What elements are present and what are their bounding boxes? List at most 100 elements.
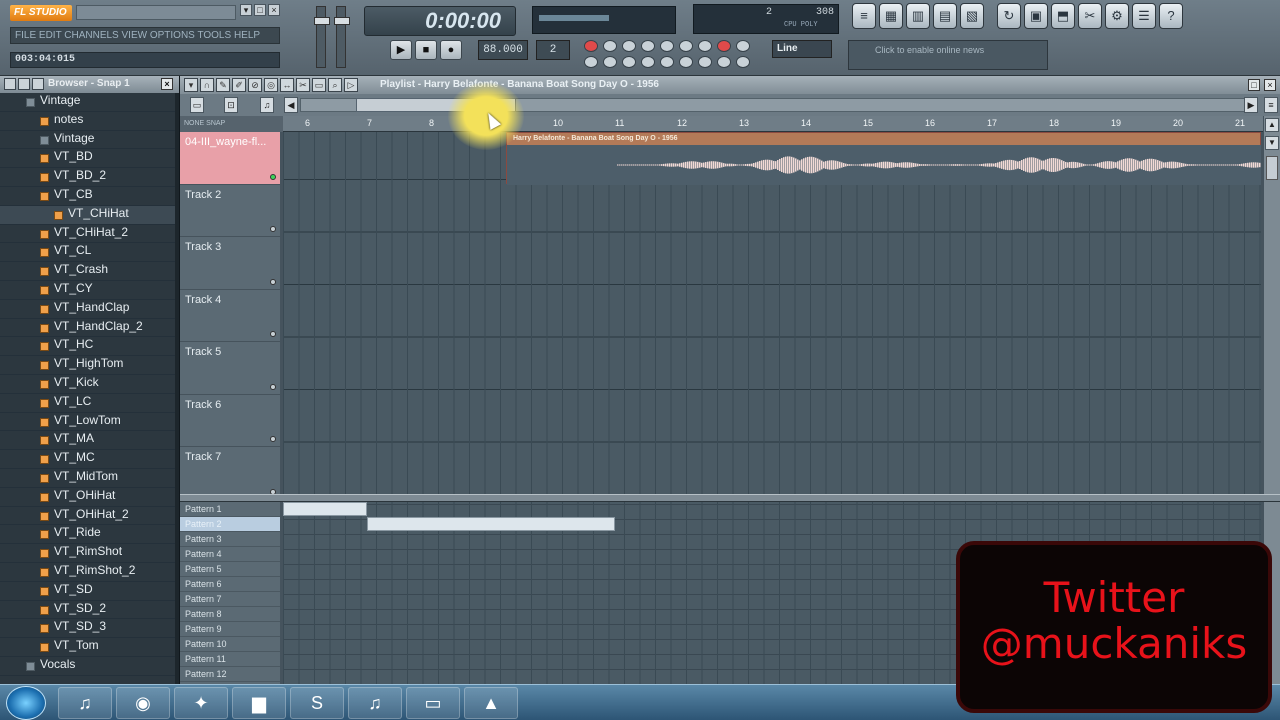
scroll-down-button[interactable]: ▼ [1265, 136, 1279, 150]
pattern-item[interactable]: Pattern 1 [180, 502, 280, 517]
rec-option-button[interactable] [584, 40, 598, 52]
rec-option-button[interactable] [717, 56, 731, 68]
rec-option-button[interactable] [698, 56, 712, 68]
mixer-window-icon[interactable]: ▧ [960, 3, 984, 29]
stop-button[interactable]: ■ [415, 40, 437, 60]
pattern-block[interactable] [367, 517, 615, 531]
track-mute-toggle[interactable] [270, 226, 276, 232]
browser-menu-icon[interactable] [4, 78, 16, 90]
track-mute-toggle[interactable] [270, 278, 276, 285]
taskbar-app-button[interactable]: ▭ [406, 687, 460, 719]
taskbar-app-button[interactable]: ▲ [464, 687, 518, 719]
track-mute-toggle[interactable] [270, 173, 276, 180]
taskbar-app-button[interactable]: ♫ [58, 687, 112, 719]
browser-item[interactable]: VT_BD_2 [0, 168, 176, 187]
pattern-item[interactable]: Pattern 4 [180, 547, 280, 562]
browser-item[interactable]: Vintage [0, 131, 176, 150]
pattern-block[interactable] [283, 502, 367, 516]
rec-option-button[interactable] [584, 56, 598, 68]
maximize-button[interactable]: □ [254, 4, 266, 16]
pattern-divider[interactable] [180, 494, 1280, 502]
taskbar-app-button[interactable]: S [290, 687, 344, 719]
track-header[interactable]: Track 6 [180, 395, 280, 447]
pattern-item[interactable]: Pattern 11 [180, 652, 280, 667]
track-header[interactable]: Track 7 [180, 447, 280, 500]
browser-item[interactable]: VT_SD_3 [0, 619, 176, 639]
master-volume-slider[interactable] [314, 6, 330, 68]
browser-item[interactable]: VT_Tom [0, 638, 176, 657]
rec-option-button[interactable] [603, 40, 617, 52]
taskbar-app-button[interactable]: ◉ [116, 687, 170, 719]
audio-clip[interactable]: Harry Belafonte - Banana Boat Song Day O… [506, 132, 1261, 185]
zoom-button[interactable]: ≡ [1264, 97, 1278, 113]
taskbar-app-button[interactable]: ✦ [174, 687, 228, 719]
track-mute-toggle[interactable] [270, 331, 276, 337]
playlist-maximize-button[interactable]: □ [1248, 79, 1260, 91]
browser-item[interactable]: VT_HighTom [0, 356, 176, 375]
scroll-right-button[interactable]: ▶ [1244, 97, 1258, 113]
browser-item[interactable]: VT_Crash [0, 262, 176, 281]
playlist-window-icon[interactable]: ≡ [852, 3, 876, 29]
pattern-item[interactable]: Pattern 8 [180, 607, 280, 622]
browser-item[interactable]: VT_CHiHat [0, 205, 176, 225]
select-tool-icon[interactable]: ▭ [312, 78, 326, 92]
pattern-item[interactable]: Pattern 12 [180, 667, 280, 682]
browser-window-icon[interactable]: ▤ [933, 3, 957, 29]
rec-option-button[interactable] [679, 56, 693, 68]
menu-bar[interactable] [76, 5, 236, 20]
help-icon[interactable]: ? [1159, 3, 1183, 29]
browser-item[interactable]: VT_RimShot_2 [0, 563, 176, 582]
rec-option-button[interactable] [622, 40, 636, 52]
browser-back-icon[interactable] [18, 78, 30, 90]
slip-tool-icon[interactable]: ↔ [280, 78, 294, 92]
playlist-grid[interactable]: Harry Belafonte - Banana Boat Song Day O… [283, 132, 1261, 494]
export-icon[interactable]: ⬒ [1051, 3, 1075, 29]
browser-scrollbar[interactable] [175, 93, 179, 684]
audio-clip-icon[interactable]: ♫ [260, 97, 274, 113]
browser-item[interactable]: VT_SD_2 [0, 601, 176, 620]
save-icon[interactable]: ▣ [1024, 3, 1048, 29]
slice-tool-icon[interactable]: ✂ [296, 78, 310, 92]
refresh-icon[interactable]: ↻ [997, 3, 1021, 29]
pattern-item[interactable]: Pattern 10 [180, 637, 280, 652]
browser-item[interactable]: VT_RimShot [0, 544, 176, 563]
track-header[interactable]: Track 2 [180, 185, 280, 237]
start-button[interactable] [6, 686, 46, 720]
browser-item[interactable]: Vintage [0, 93, 176, 112]
pattern-number-display[interactable]: 2 [536, 40, 570, 60]
rec-option-button[interactable] [698, 40, 712, 52]
pattern-item[interactable]: Pattern 9 [180, 622, 280, 637]
step-sequencer-icon[interactable]: ▦ [879, 3, 903, 29]
playlist-menu-icon[interactable]: ▾ [184, 78, 198, 92]
rec-option-button[interactable] [641, 40, 655, 52]
scroll-up-button[interactable]: ▲ [1265, 118, 1279, 132]
notes-icon[interactable]: ☰ [1132, 3, 1156, 29]
rec-option-button[interactable] [603, 56, 617, 68]
scroll-left-button[interactable]: ◀ [284, 97, 298, 113]
track-header[interactable]: Track 5 [180, 342, 280, 395]
playback-tool-icon[interactable]: ▷ [344, 78, 358, 92]
rec-option-button[interactable] [679, 40, 693, 52]
track-mute-toggle[interactable] [270, 383, 276, 390]
pattern-item[interactable]: Pattern 7 [180, 592, 280, 607]
browser-item[interactable]: VT_MA [0, 431, 176, 451]
magnet-icon[interactable]: ∩ [200, 78, 214, 92]
cut-icon[interactable]: ✂ [1078, 3, 1102, 29]
taskbar-app-button[interactable]: ▆ [232, 687, 286, 719]
browser-item[interactable]: VT_OHiHat_2 [0, 507, 176, 526]
browser-item[interactable]: Vocals [0, 657, 176, 676]
rec-option-button[interactable] [736, 40, 750, 52]
record-button[interactable]: ● [440, 40, 462, 60]
browser-item[interactable]: VT_MC [0, 450, 176, 469]
snap-mode-select[interactable]: Line [772, 40, 832, 58]
rec-option-button[interactable] [641, 56, 655, 68]
draw-tool-icon[interactable]: ✎ [216, 78, 230, 92]
rec-option-button[interactable] [736, 56, 750, 68]
timeline-ruler[interactable]: 6789101112131415161718192021 [283, 116, 1263, 132]
browser-item[interactable]: VT_Kick [0, 375, 176, 394]
online-news-panel[interactable]: Click to enable online news [848, 40, 1048, 70]
minimize-button[interactable]: ▾ [240, 4, 252, 16]
track-header[interactable]: Track 4 [180, 290, 280, 342]
browser-item[interactable]: VT_OHiHat [0, 488, 176, 507]
browser-item[interactable]: VT_LowTom [0, 413, 176, 432]
